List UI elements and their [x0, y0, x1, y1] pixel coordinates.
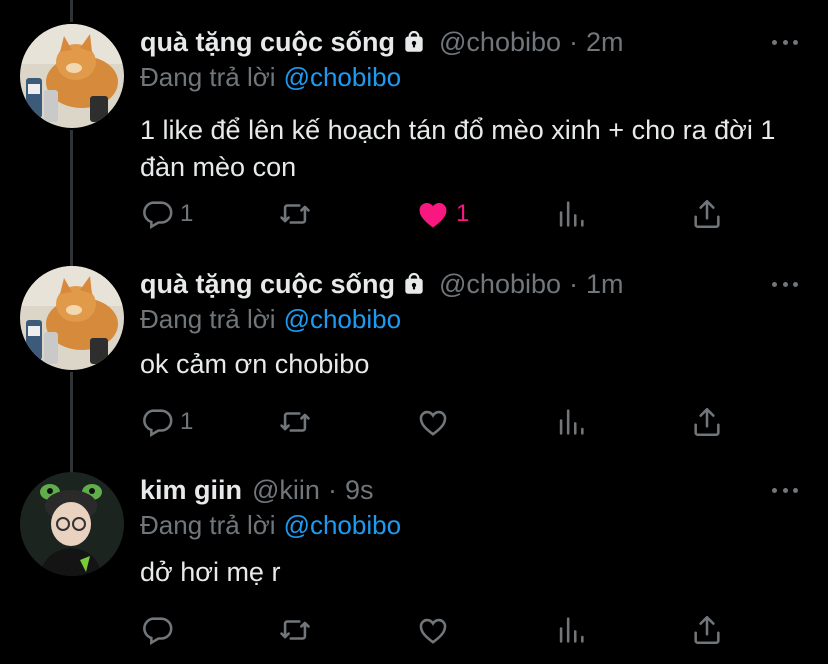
handle[interactable]: @chobibo [439, 27, 561, 58]
display-name[interactable]: kim giin [140, 475, 242, 506]
tweet[interactable]: quà tặng cuộc sống @chobibo · 1m Đang tr… [0, 266, 828, 452]
cat-avatar-image [20, 24, 124, 128]
tweet-header: quà tặng cuộc sống @chobibo · 2m [140, 24, 624, 60]
separator: · [569, 26, 579, 57]
retweet-button[interactable] [278, 194, 318, 234]
like-count: 1 [456, 200, 470, 227]
lock-icon [401, 271, 427, 297]
tweet-actions: 1 1 [140, 194, 740, 234]
reply-button[interactable]: 1 [140, 194, 193, 234]
analytics-icon [559, 617, 584, 643]
retweet-icon [280, 620, 310, 640]
timestamp[interactable]: 1m [586, 269, 624, 300]
replying-to-handle[interactable]: @chobibo [284, 304, 401, 334]
like-button[interactable] [416, 610, 456, 650]
replying-to: Đang trả lời @chobibo [140, 304, 401, 335]
tweet-text: dở hơi mẹ r [140, 557, 281, 587]
retweet-icon [280, 412, 310, 432]
cat-avatar-image [20, 266, 124, 370]
tweet[interactable]: quà tặng cuộc sống @chobibo · 2m Đang tr… [0, 24, 828, 248]
tweet-actions [140, 610, 740, 650]
tweet-text: ok cảm ơn chobibo [140, 349, 370, 379]
handle[interactable]: @chobibo [439, 269, 561, 300]
replying-to-label: Đang trả lời [140, 304, 276, 334]
reply-icon [143, 201, 173, 230]
replying-to-label: Đang trả lời [140, 62, 276, 92]
analytics-button[interactable] [554, 194, 588, 234]
heart-icon [419, 410, 447, 436]
share-icon [694, 407, 720, 437]
replying-to-handle[interactable]: @chobibo [284, 62, 401, 92]
retweet-button[interactable] [278, 402, 318, 442]
timestamp[interactable]: 9s [345, 475, 374, 506]
retweet-icon [280, 204, 310, 224]
share-button[interactable] [690, 402, 724, 442]
tweet-text: 1 like để lên kế hoạch tán đổ mèo xinh +… [140, 115, 776, 182]
share-button[interactable] [690, 194, 724, 234]
person-avatar-image [20, 472, 124, 576]
display-name[interactable]: quà tặng cuộc sống [140, 269, 395, 300]
like-button[interactable]: 1 [416, 194, 469, 234]
display-name[interactable]: quà tặng cuộc sống [140, 27, 395, 58]
tweet-actions: 1 [140, 402, 740, 442]
tweet-header: kim giin @kiin · 9s [140, 472, 373, 508]
more-options-icon[interactable] [772, 32, 798, 52]
tweet-header: quà tặng cuộc sống @chobibo · 1m [140, 266, 624, 302]
like-button[interactable] [416, 402, 456, 442]
share-button[interactable] [690, 610, 724, 650]
heart-icon [419, 618, 447, 644]
thread-line [70, 0, 73, 22]
replying-to: Đang trả lời @chobibo [140, 510, 401, 541]
separator: · [569, 268, 579, 299]
analytics-button[interactable] [554, 402, 588, 442]
share-icon [694, 199, 720, 229]
analytics-button[interactable] [554, 610, 588, 650]
share-icon [694, 615, 720, 645]
handle[interactable]: @kiin [252, 475, 320, 506]
replying-to-label: Đang trả lời [140, 510, 276, 540]
timestamp[interactable]: 2m [586, 27, 624, 58]
lock-icon [401, 29, 427, 55]
reply-icon [143, 409, 173, 438]
more-options-icon[interactable] [772, 480, 798, 500]
more-options-icon[interactable] [772, 274, 798, 294]
analytics-icon [559, 201, 584, 227]
tweet[interactable]: kim giin @kiin · 9s Đang trả lời @chobibo… [0, 472, 828, 652]
avatar[interactable] [20, 24, 124, 128]
replying-to: Đang trả lời @chobibo [140, 62, 401, 93]
reply-count: 1 [180, 408, 194, 435]
reply-button[interactable]: 1 [140, 402, 193, 442]
avatar[interactable] [20, 266, 124, 370]
retweet-button[interactable] [278, 610, 318, 650]
separator: · [327, 474, 337, 505]
analytics-icon [559, 409, 584, 435]
reply-button[interactable] [140, 610, 180, 650]
reply-icon [143, 617, 173, 646]
avatar[interactable] [20, 472, 124, 576]
reply-count: 1 [180, 200, 194, 227]
replying-to-handle[interactable]: @chobibo [284, 510, 401, 540]
heart-filled-icon [419, 202, 447, 228]
